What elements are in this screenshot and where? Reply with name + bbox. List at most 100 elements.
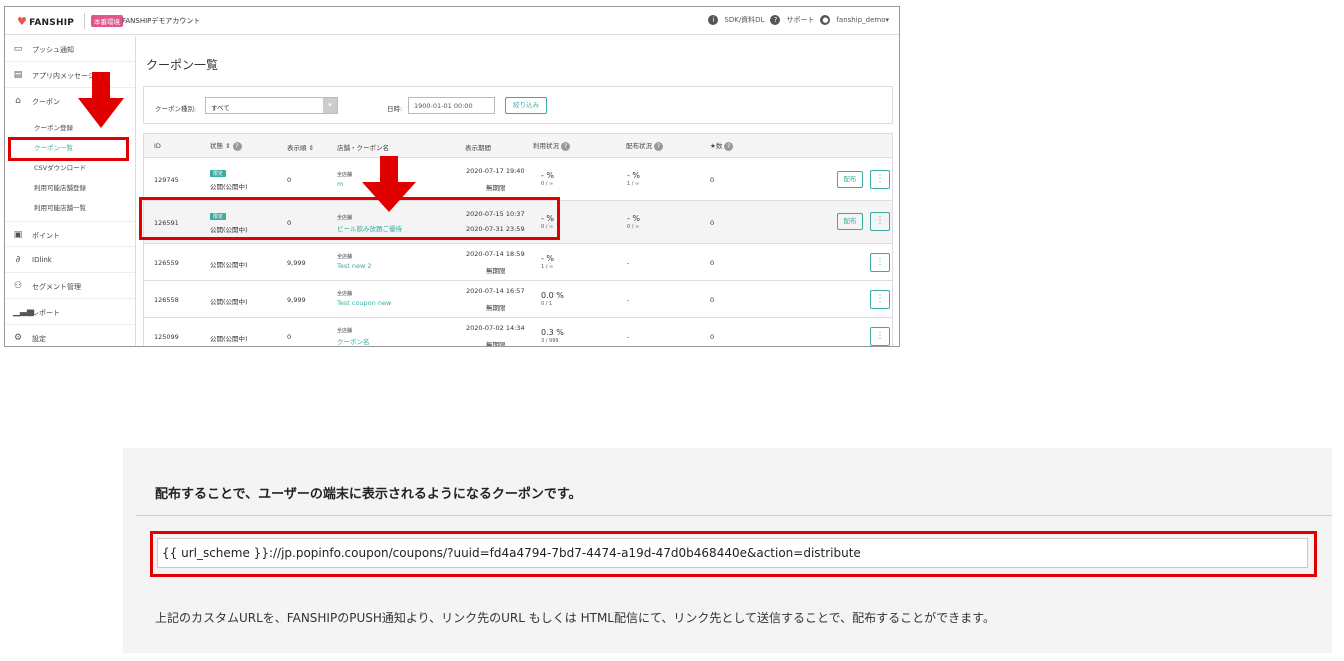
row-usage: 0.3 % 3 / 999 bbox=[541, 328, 564, 344]
points-icon: ▣ bbox=[13, 230, 23, 240]
col-status-label: 状態 ⇕ bbox=[210, 142, 231, 150]
logo-text: FANSHIP bbox=[29, 18, 75, 28]
dist-pct: - % bbox=[627, 214, 641, 223]
date-input[interactable]: 1900-01-01 00:00 bbox=[408, 97, 495, 114]
coupon-type-label: クーポン種別: bbox=[155, 105, 197, 113]
sidebar-item-label: 設定 bbox=[32, 335, 46, 343]
help-icon: ? bbox=[561, 142, 570, 151]
user-icon: ● bbox=[820, 15, 831, 25]
row-id: 125099 bbox=[154, 333, 179, 341]
more-options-button[interactable]: ⋮ bbox=[870, 253, 890, 272]
store-label: 全店舗 bbox=[337, 291, 353, 297]
divider bbox=[136, 515, 1332, 516]
row-stars: 0 bbox=[710, 259, 715, 267]
coupon-type-value: すべて bbox=[211, 104, 230, 112]
row-id: 129745 bbox=[154, 176, 179, 184]
col-order[interactable]: 表示順 ⇕ bbox=[287, 142, 314, 152]
highlight-coupon-list-menu bbox=[8, 137, 129, 161]
period-start: 2020-07-14 16:57 bbox=[466, 287, 525, 295]
sidebar-item-idlink[interactable]: ∂ IDlink bbox=[5, 247, 135, 273]
user-name: fanship_demo bbox=[836, 16, 886, 24]
sidebar-sub-label: 利用可能店舗登録 bbox=[34, 184, 86, 192]
col-status[interactable]: 状態 ⇕? bbox=[210, 140, 242, 151]
filter-panel: クーポン種別: すべて ▾ 日時: 1900-01-01 00:00 絞り込み bbox=[143, 86, 893, 124]
support-link[interactable]: サポート bbox=[786, 15, 814, 25]
sidebar-item-report[interactable]: ▁▃▅ レポート bbox=[5, 299, 135, 325]
row-order: 9,999 bbox=[287, 259, 306, 267]
coupon-name-link[interactable]: Test new 2 bbox=[337, 262, 372, 270]
table-row[interactable]: 126559 公開(公開中) 9,999 全店舗 Test new 2 2020-… bbox=[144, 244, 892, 281]
info-icon: i bbox=[708, 15, 719, 25]
store-label: 全店舗 bbox=[337, 172, 353, 178]
coupon-name-link[interactable]: クーポン名 bbox=[337, 336, 370, 346]
panel-note: 上記のカスタムURLを、FANSHIPのPUSH通知より、リンク先のURL もし… bbox=[155, 611, 995, 625]
row-id: 126558 bbox=[154, 296, 179, 304]
row-order: 9,999 bbox=[287, 296, 306, 304]
date-label: 日時: bbox=[387, 105, 403, 113]
col-period: 表示期間 bbox=[465, 144, 491, 152]
sidebar-item-settings[interactable]: ⚙ 設定 bbox=[5, 325, 135, 346]
row-distribution: - bbox=[627, 296, 630, 304]
row-distribution: - % 1 / ∞ bbox=[627, 171, 640, 187]
col-stars: ★数? bbox=[710, 140, 734, 151]
row-usage: - % 0 / ∞ bbox=[541, 171, 554, 187]
coupon-list-screenshot: ♥ FANSHIP 本番環境 FANSHIPデモアカウント i SDK/資料DL … bbox=[4, 6, 900, 347]
limited-badge-text: 限定 bbox=[210, 170, 227, 177]
sidebar-sub-store-register[interactable]: 利用可能店舗登録 bbox=[5, 176, 135, 196]
store-label: 全店舗 bbox=[337, 328, 353, 334]
coupon-type-select[interactable]: すべて ▾ bbox=[205, 97, 338, 114]
more-options-button[interactable]: ⋮ bbox=[870, 170, 890, 189]
usage-pct: - % bbox=[541, 171, 555, 180]
usage-pct: 0.3 % bbox=[541, 328, 564, 337]
sidebar-item-segment[interactable]: ⚇ セグメント管理 bbox=[5, 273, 135, 299]
period-start: 2020-07-02 14:34 bbox=[466, 324, 525, 332]
row-usage: - % 1 / ∞ bbox=[541, 254, 554, 270]
arrow-shape bbox=[78, 72, 124, 128]
caret-down-icon: ▾ bbox=[885, 16, 889, 24]
period-end: 無期限 bbox=[486, 304, 506, 312]
table-header: ID 状態 ⇕? 表示順 ⇕ 店舗・クーポン名 表示期間 利用状況? 配布状況?… bbox=[144, 134, 892, 158]
col-stars-label: ★数 bbox=[710, 142, 723, 150]
fanship-logo[interactable]: ♥ FANSHIP bbox=[17, 15, 74, 28]
dist-pct: - % bbox=[627, 171, 641, 180]
coupon-name-link[interactable]: Test coupon new bbox=[337, 299, 391, 307]
table-row[interactable]: 125099 公開(公開中) 0 全店舗 クーポン名 2020-07-02 14:… bbox=[144, 318, 892, 346]
bar-chart-icon: ▁▃▅ bbox=[13, 307, 34, 317]
usage-pct: - % bbox=[541, 254, 555, 263]
users-icon: ⚇ bbox=[13, 281, 23, 291]
distribute-button[interactable]: 配布 bbox=[837, 171, 863, 188]
table-row[interactable]: 129745 限定 公開(公開中) 0 全店舗 m 2020-07-17 19:4… bbox=[144, 158, 892, 201]
user-menu[interactable]: fanship_demo▾ bbox=[836, 16, 889, 24]
col-usage: 利用状況? bbox=[533, 140, 570, 151]
account-name: FANSHIPデモアカウント bbox=[122, 17, 201, 25]
sidebar-item-push[interactable]: ▭ プッシュ通知 bbox=[5, 36, 135, 62]
period-end: 無期限 bbox=[486, 267, 506, 275]
ticket-icon: ⌂ bbox=[15, 96, 21, 106]
help-icon: ? bbox=[724, 142, 734, 151]
sidebar-item-points[interactable]: ▣ ポイント bbox=[5, 221, 135, 247]
sidebar-sub-store-list[interactable]: 利用可能店舗一覧 bbox=[5, 196, 135, 216]
usage-pct: 0.0 % bbox=[541, 291, 564, 300]
row-status: 公開(公開中) bbox=[210, 298, 248, 306]
sidebar-item-label: ポイント bbox=[32, 232, 60, 240]
more-options-button[interactable]: ⋮ bbox=[870, 212, 890, 231]
more-options-button[interactable]: ⋮ bbox=[870, 290, 890, 309]
dist-count: 1 / ∞ bbox=[627, 181, 640, 187]
distribute-button[interactable]: 配布 bbox=[837, 213, 863, 230]
usage-count: 1 / ∞ bbox=[541, 264, 554, 270]
down-arrow-icon bbox=[78, 72, 124, 128]
limited-badge: 限定 bbox=[210, 169, 227, 177]
sidebar-item-label: プッシュ通知 bbox=[32, 46, 74, 54]
usage-count: 0 / ∞ bbox=[541, 181, 554, 187]
row-distribution: - bbox=[627, 333, 630, 341]
sdk-link[interactable]: SDK/資料DL bbox=[724, 15, 764, 25]
more-options-button[interactable]: ⋮ bbox=[870, 327, 890, 346]
table-row[interactable]: 126558 公開(公開中) 9,999 全店舗 Test coupon new … bbox=[144, 281, 892, 318]
row-id: 126559 bbox=[154, 259, 179, 267]
coupon-name-link[interactable]: m bbox=[337, 180, 352, 188]
col-distribution: 配布状況? bbox=[626, 140, 663, 151]
col-distribution-label: 配布状況 bbox=[626, 142, 652, 150]
arrow-shape bbox=[362, 156, 416, 212]
filter-button[interactable]: 絞り込み bbox=[505, 97, 547, 114]
highlight-coupon-row bbox=[139, 197, 560, 240]
